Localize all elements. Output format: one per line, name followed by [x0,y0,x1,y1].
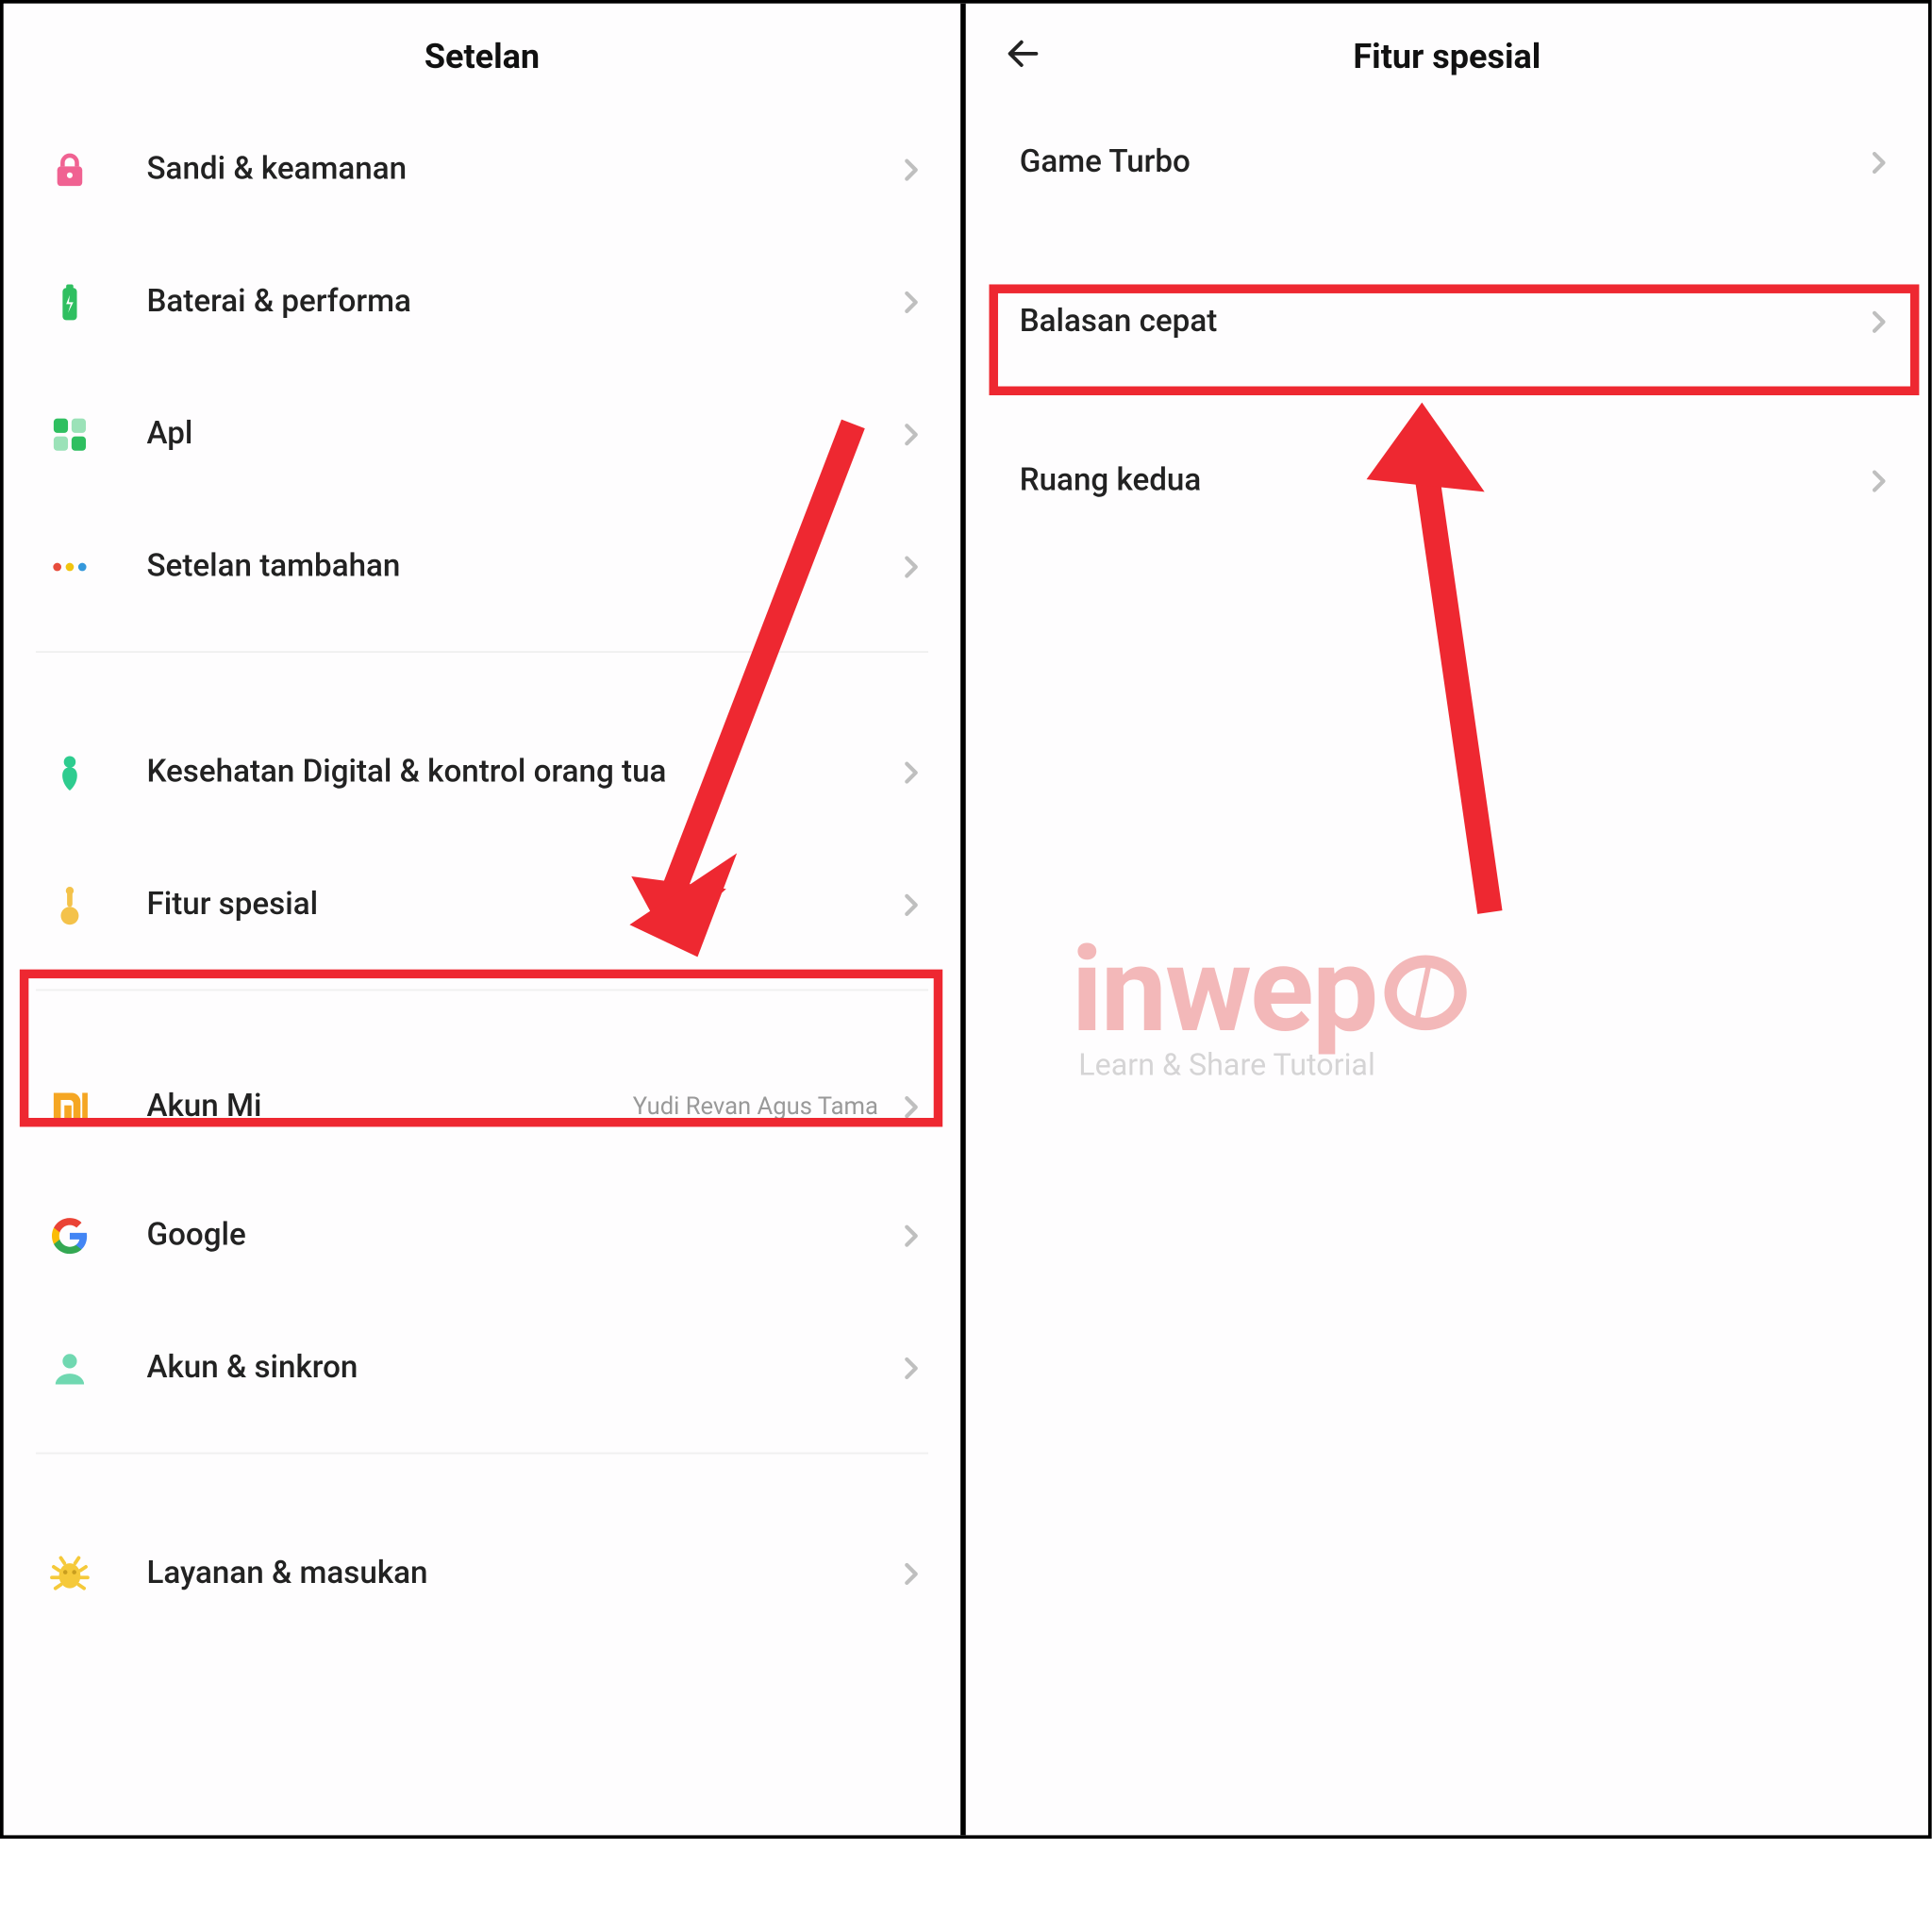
row-label: Akun & sinkron [146,1348,895,1389]
row-label: Balasan cepat [1020,302,1864,342]
chevron-right-icon [896,1220,928,1252]
settings-title: Setelan [425,35,540,76]
back-button[interactable] [998,28,1048,78]
row-label: Baterai & performa [146,282,895,323]
special-title: Fitur spesial [1353,35,1541,76]
row-value: Yudi Revan Agus Tama [633,1092,878,1123]
settings-list: Sandi & keamanan Baterai & performa Apl [4,104,960,1641]
spacer [4,1472,960,1507]
chevron-right-icon [1864,306,1896,338]
divider [36,1453,928,1455]
chevron-right-icon [896,154,928,186]
special-list: Game Turbo Balasan cepat Ruang kedua [966,104,1928,541]
account-icon [43,1341,97,1395]
special-features-screen: Fitur spesial Game Turbo Balasan cepat R… [966,4,1928,1836]
lock-icon [43,143,97,197]
row-account-sync[interactable]: Akun & sinkron [4,1302,960,1434]
row-label: Apl [146,414,895,455]
divider [36,651,928,653]
chevron-right-icon [1864,465,1896,497]
row-label: Sandi & keamanan [146,150,895,191]
battery-icon [43,275,97,329]
mi-icon [43,1080,97,1134]
row-label: Setelan tambahan [146,546,895,587]
spacer [4,1008,960,1044]
chevron-right-icon [896,419,928,451]
row-label: Kesehatan Digital & kontrol orang tua [146,753,895,793]
chevron-right-icon [896,286,928,318]
row-label: Fitur spesial [146,885,895,925]
row-digital-wellbeing[interactable]: Kesehatan Digital & kontrol orang tua [4,707,960,839]
chevron-right-icon [896,551,928,583]
special-icon [43,878,97,932]
chevron-right-icon [896,889,928,921]
chevron-right-icon [896,757,928,789]
row-mi-account[interactable]: Akun Mi Yudi Revan Agus Tama [4,1044,960,1170]
settings-header: Setelan [4,4,960,104]
apps-icon [43,408,97,461]
row-services-feedback[interactable]: Layanan & masukan [4,1507,960,1640]
row-battery[interactable]: Baterai & performa [4,236,960,368]
chevron-right-icon [896,1557,928,1590]
row-second-space[interactable]: Ruang kedua [966,422,1928,541]
row-apps[interactable]: Apl [4,369,960,501]
chevron-right-icon [896,1091,928,1124]
row-label: Google [146,1216,895,1257]
spacer [4,671,960,707]
row-google[interactable]: Google [4,1170,960,1302]
chevron-right-icon [896,1352,928,1384]
row-special-features[interactable]: Fitur spesial [4,839,960,971]
dots-icon [43,541,97,594]
bug-icon [43,1547,97,1601]
row-security[interactable]: Sandi & keamanan [4,104,960,236]
row-quick-reply[interactable]: Balasan cepat [966,262,1928,382]
row-label: Game Turbo [1020,143,1864,184]
health-icon [43,746,97,800]
google-icon [43,1209,97,1263]
chevron-right-icon [1864,147,1896,179]
row-additional-settings[interactable]: Setelan tambahan [4,501,960,633]
row-label: Ruang kedua [1020,460,1864,501]
settings-screen: Setelan Sandi & keamanan Baterai & perfo… [4,4,966,1836]
divider [36,989,928,991]
special-header: Fitur spesial [966,4,1928,104]
row-label: Akun Mi [146,1087,632,1127]
row-label: Layanan & masukan [146,1554,895,1594]
row-game-turbo[interactable]: Game Turbo [966,104,1928,224]
